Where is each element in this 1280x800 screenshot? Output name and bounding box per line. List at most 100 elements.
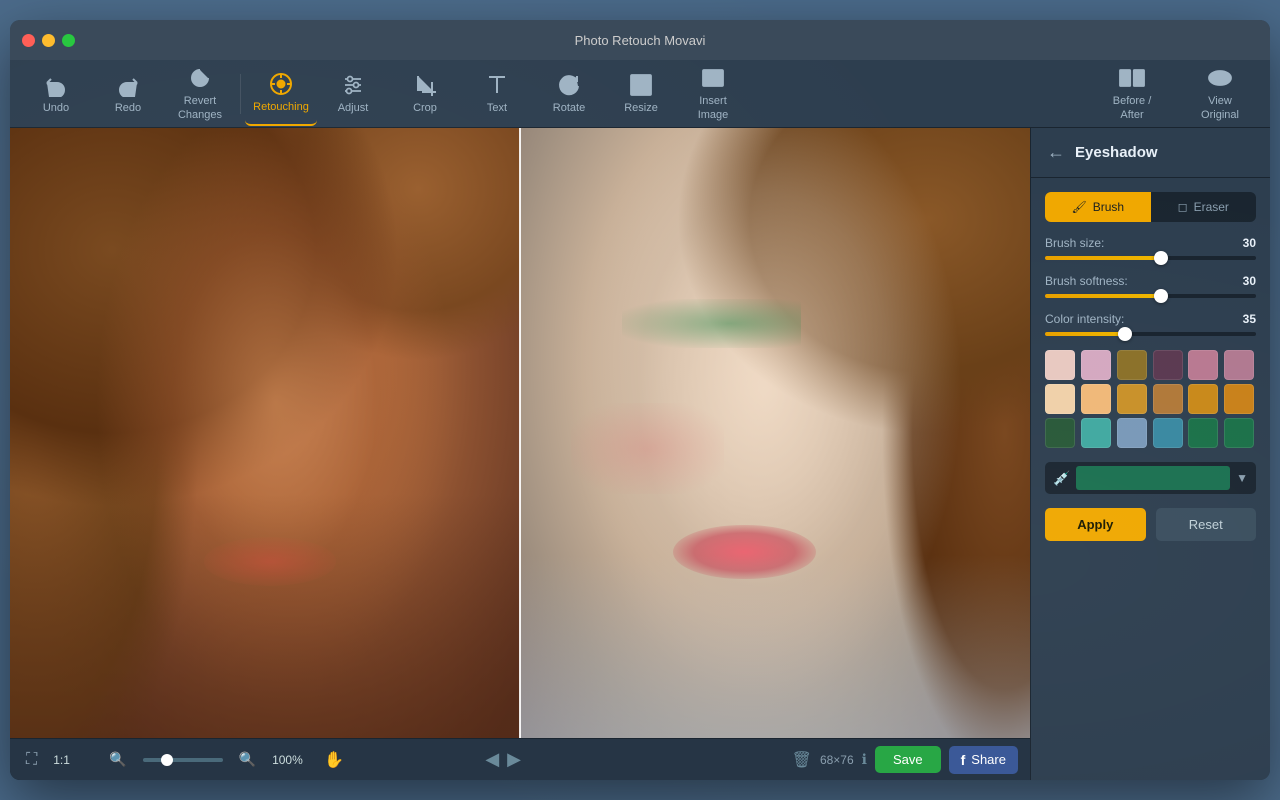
view-original-label: ViewOriginal: [1201, 95, 1239, 121]
eraser-label: Eraser: [1194, 200, 1229, 214]
color-swatch-14[interactable]: [1117, 418, 1147, 448]
redo-label: Redo: [115, 102, 141, 115]
color-swatch-1[interactable]: [1081, 350, 1111, 380]
color-swatch-4[interactable]: [1188, 350, 1218, 380]
color-palette: [1045, 350, 1256, 448]
toolbar-undo[interactable]: Undo: [20, 62, 92, 126]
ratio-label: 1:1: [53, 753, 93, 767]
status-center: ◀ ▶: [485, 749, 521, 770]
split-divider: [519, 128, 521, 738]
toolbar-view-original[interactable]: ViewOriginal: [1180, 62, 1260, 126]
save-button[interactable]: Save: [875, 746, 941, 773]
brush-size-thumb: [1154, 251, 1168, 265]
color-swatch-2[interactable]: [1117, 350, 1147, 380]
toolbar-redo[interactable]: Redo: [92, 62, 164, 126]
right-panel: ← Eyeshadow 🖌 Brush ◻ Eraser: [1030, 128, 1270, 780]
zoom-out-button[interactable]: 🔍: [105, 747, 130, 772]
dropdown-arrow-icon[interactable]: ▼: [1236, 471, 1248, 485]
color-swatch-16[interactable]: [1188, 418, 1218, 448]
color-swatch-0[interactable]: [1045, 350, 1075, 380]
toolbar-insert-image[interactable]: InsertImage: [677, 62, 749, 126]
panel-header: ← Eyeshadow: [1031, 128, 1270, 178]
share-label: Share: [971, 752, 1006, 767]
color-swatch-15[interactable]: [1153, 418, 1183, 448]
toolbar-adjust[interactable]: Adjust: [317, 62, 389, 126]
eraser-button[interactable]: ◻ Eraser: [1151, 192, 1257, 222]
toolbar-retouching[interactable]: Retouching: [245, 62, 317, 126]
image-dimensions: 68×76: [820, 753, 854, 767]
brush-softness-row: Brush softness: 30: [1045, 274, 1256, 298]
color-swatch-17[interactable]: [1224, 418, 1254, 448]
toolbar-crop[interactable]: Crop: [389, 62, 461, 126]
eraser-icon: ◻: [1178, 200, 1188, 214]
zoom-slider-thumb: [161, 754, 173, 766]
title-bar: Photo Retouch Movavi: [10, 20, 1270, 60]
color-intensity-slider[interactable]: [1045, 332, 1256, 336]
back-button[interactable]: ←: [1047, 142, 1065, 163]
brush-size-row: Brush size: 30: [1045, 236, 1256, 260]
insert-image-icon: [700, 65, 726, 91]
share-button[interactable]: f Share: [949, 746, 1018, 774]
color-swatch-12[interactable]: [1045, 418, 1075, 448]
split-image: [10, 128, 1030, 738]
toolbar-right: Before /After ViewOriginal: [1092, 62, 1260, 126]
main-window: Photo Retouch Movavi Undo: [10, 20, 1270, 780]
toolbar-before-after[interactable]: Before /After: [1092, 62, 1172, 126]
brush-size-slider[interactable]: [1045, 256, 1256, 260]
info-icon[interactable]: ℹ: [862, 751, 867, 768]
brush-size-fill: [1045, 256, 1161, 260]
color-swatch-5[interactable]: [1224, 350, 1254, 380]
minimize-button[interactable]: [42, 34, 55, 47]
toolbar-resize[interactable]: Resize: [605, 62, 677, 126]
adjust-label: Adjust: [338, 102, 369, 115]
shadow-right: [520, 555, 1030, 738]
brush-softness-value: 30: [1243, 274, 1256, 288]
hand-tool-icon[interactable]: ✋: [324, 750, 344, 770]
color-swatch-13[interactable]: [1081, 418, 1111, 448]
fullscreen-button[interactable]: ⛶: [22, 747, 41, 773]
close-button[interactable]: [22, 34, 35, 47]
color-swatch-9[interactable]: [1153, 384, 1183, 414]
canvas-wrapper[interactable]: [10, 128, 1030, 738]
prev-image-button[interactable]: ◀: [485, 749, 499, 770]
lips-left: [204, 537, 337, 586]
color-swatch-7[interactable]: [1081, 384, 1111, 414]
next-image-button[interactable]: ▶: [507, 749, 521, 770]
eyedropper-icon[interactable]: 💉: [1053, 470, 1070, 487]
view-original-icon: [1207, 65, 1233, 91]
toolbar-sep-1: [240, 74, 241, 114]
canvas-area: ⛶ 1:1 🔍 🔍 100% ✋ ◀ ▶ 🗑 68×76 ℹ Save: [10, 128, 1030, 780]
brush-softness-slider[interactable]: [1045, 294, 1256, 298]
apply-button[interactable]: Apply: [1045, 508, 1146, 541]
toolbar-revert[interactable]: RevertChanges: [164, 62, 236, 126]
brush-button[interactable]: 🖌 Brush: [1045, 192, 1151, 222]
color-intensity-label: Color intensity:: [1045, 312, 1124, 326]
crop-icon: [412, 72, 438, 98]
crop-label: Crop: [413, 102, 437, 115]
retouching-icon: [268, 71, 294, 97]
panel-body: 🖌 Brush ◻ Eraser Brush size: 30: [1031, 178, 1270, 555]
adjust-icon: [340, 72, 366, 98]
image-left: [10, 128, 520, 738]
color-swatch-8[interactable]: [1117, 384, 1147, 414]
zoom-percent: 100%: [272, 753, 312, 767]
toolbar-rotate[interactable]: Rotate: [533, 62, 605, 126]
delete-icon[interactable]: 🗑: [792, 750, 812, 770]
zoom-slider[interactable]: [143, 758, 223, 762]
color-swatch-10[interactable]: [1188, 384, 1218, 414]
maximize-button[interactable]: [62, 34, 75, 47]
color-swatch-11[interactable]: [1224, 384, 1254, 414]
selected-color-display: [1076, 466, 1230, 490]
revert-icon: [187, 65, 213, 91]
color-swatch-3[interactable]: [1153, 350, 1183, 380]
zoom-in-button[interactable]: 🔍: [235, 747, 260, 772]
blush-right: [571, 403, 724, 495]
text-icon: [484, 72, 510, 98]
toolbar-text[interactable]: Text: [461, 62, 533, 126]
insert-image-label: InsertImage: [698, 95, 729, 121]
resize-label: Resize: [624, 102, 658, 115]
color-intensity-label-row: Color intensity: 35: [1045, 312, 1256, 326]
image-right: [520, 128, 1030, 738]
color-swatch-6[interactable]: [1045, 384, 1075, 414]
reset-button[interactable]: Reset: [1156, 508, 1257, 541]
